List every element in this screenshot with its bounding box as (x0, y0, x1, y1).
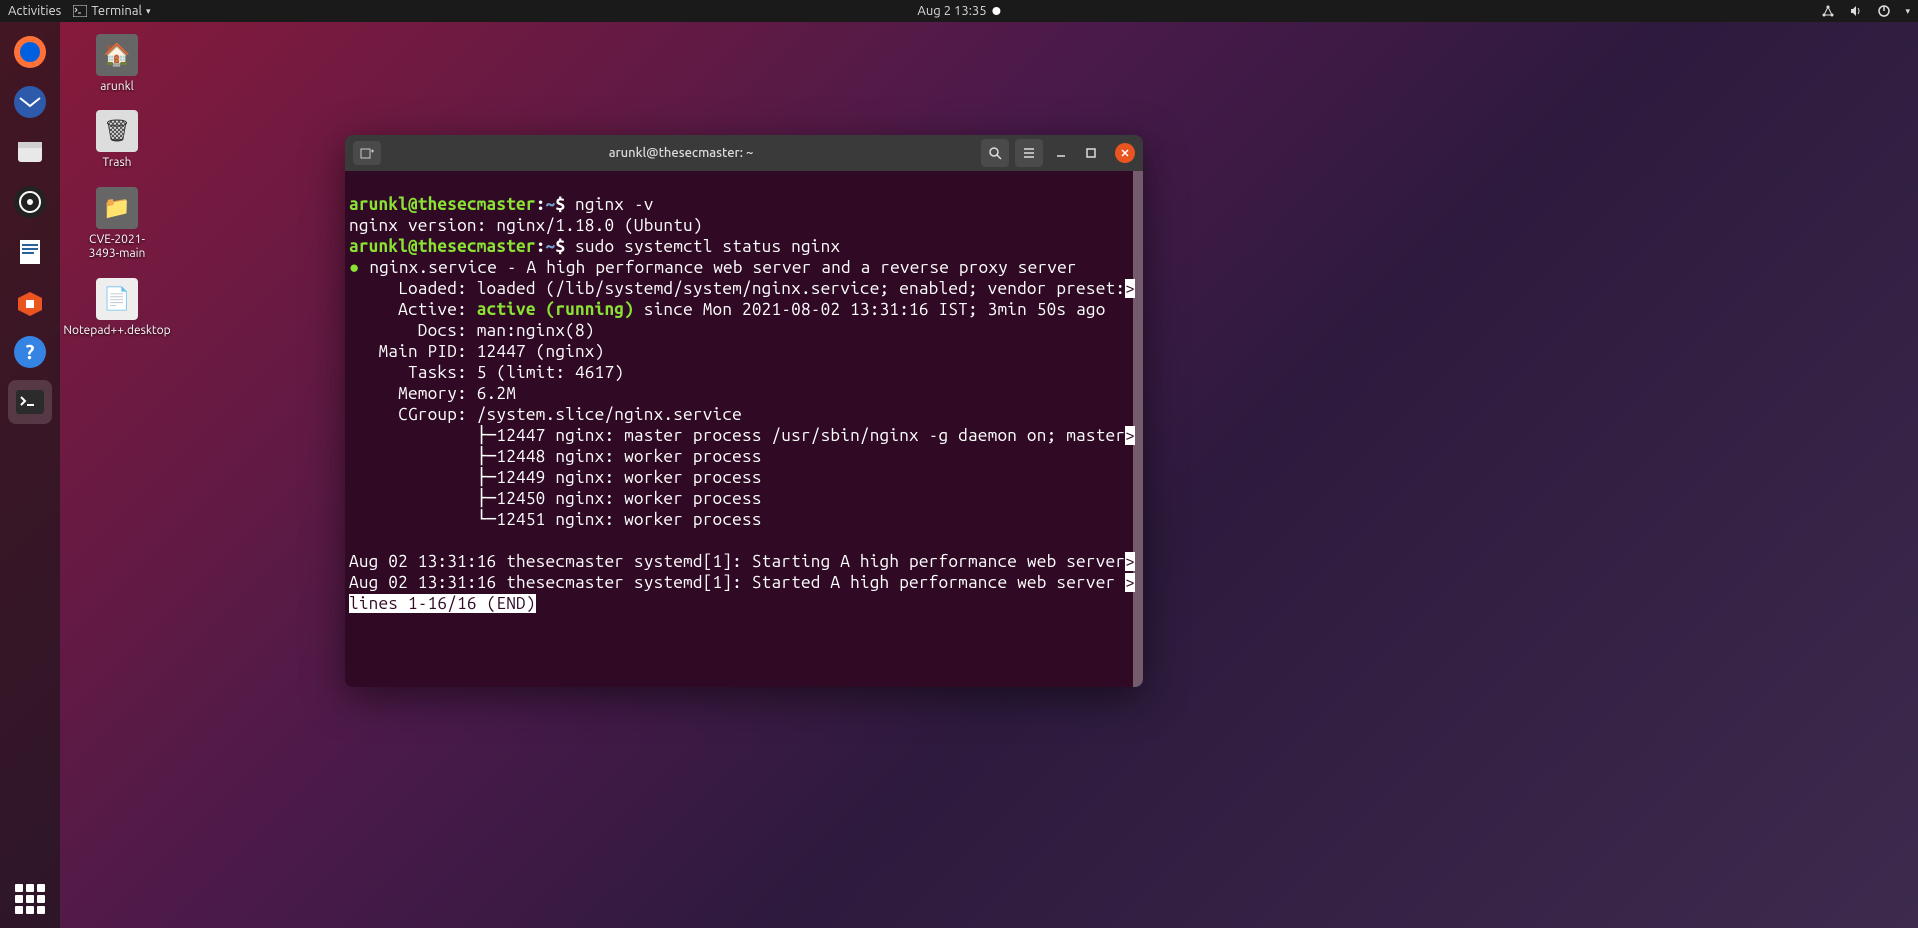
proc-line: ├─12448 nginx: worker process (349, 447, 762, 466)
terminal-title: arunkl@thesecmaster: ~ (387, 146, 975, 160)
proc-line: └─12451 nginx: worker process (349, 510, 762, 529)
desktop-icon-label: Notepad++.desktop (63, 324, 170, 338)
close-button[interactable] (1115, 143, 1135, 163)
gnome-topbar: Activities Terminal ▾ Aug 2 13:35 ▾ (0, 0, 1918, 22)
memory-line: Memory: 6.2M (349, 384, 516, 403)
desktop-icon-notepad[interactable]: 📄 Notepad++.desktop (72, 274, 162, 342)
search-button[interactable] (981, 139, 1009, 167)
proc-line: ├─12449 nginx: worker process (349, 468, 762, 487)
desktop-icons: 🏠 arunkl 🗑 Trash 📁 CVE-2021-3493-main 📄 … (72, 30, 162, 342)
prompt-path: ~ (546, 195, 556, 214)
cmd-nginx-v: nginx -v (575, 195, 654, 214)
scrollbar-thumb[interactable] (1133, 171, 1143, 687)
terminal-window: arunkl@thesecmaster: ~ arunkl@thesecmast… (345, 135, 1143, 687)
maximize-button[interactable] (1079, 139, 1103, 167)
search-icon (988, 146, 1002, 160)
journal-line: Aug 02 13:31:16 thesecmaster systemd[1]:… (349, 573, 1125, 592)
terminal-titlebar[interactable]: arunkl@thesecmaster: ~ (345, 135, 1143, 171)
network-icon[interactable] (1821, 4, 1835, 18)
power-icon[interactable] (1877, 4, 1891, 18)
new-tab-button[interactable] (353, 141, 381, 165)
proc-line: ├─12450 nginx: worker process (349, 489, 762, 508)
desktop-icon-label: arunkl (100, 80, 134, 94)
active-status: active (running) (477, 300, 634, 319)
close-icon (1120, 148, 1130, 158)
nginx-version-output: nginx version: nginx/1.18.0 (Ubuntu) (349, 216, 703, 235)
trash-icon: 🗑 (96, 110, 138, 152)
folder-icon: 📁 (96, 187, 138, 229)
dock-help[interactable]: ? (8, 330, 52, 374)
docs-line: Docs: man:nginx(8) (349, 321, 595, 340)
show-applications[interactable] (15, 884, 45, 914)
prompt-user: arunkl@thesecmaster (349, 195, 536, 214)
system-menu-chevron-icon[interactable]: ▾ (1905, 6, 1910, 17)
dock-thunderbird[interactable] (8, 80, 52, 124)
status-dot-icon: ● (349, 258, 360, 277)
desktop-icon-label: Trash (102, 156, 131, 170)
svg-text:?: ? (26, 340, 35, 363)
terminal-icon (73, 5, 87, 17)
datetime-label: Aug 2 13:35 (917, 4, 986, 18)
terminal-scrollbar[interactable] (1133, 171, 1143, 687)
hamburger-menu-button[interactable] (1015, 139, 1043, 167)
maximize-icon (1085, 147, 1097, 159)
minimize-button[interactable] (1049, 139, 1073, 167)
desktop-icon-label: CVE-2021-3493-main (76, 233, 158, 262)
app-menu-label: Terminal (91, 4, 142, 18)
desktop-icon-cve[interactable]: 📁 CVE-2021-3493-main (72, 183, 162, 266)
service-line: nginx.service - A high performance web s… (369, 258, 1076, 277)
cgroup-line: CGroup: /system.slice/nginx.service (349, 405, 742, 424)
loaded-line: Loaded: loaded (/lib/systemd/system/ngin… (349, 279, 1125, 298)
mainpid-line: Main PID: 12447 (nginx) (349, 342, 604, 361)
proc-line: ├─12447 nginx: master process /usr/sbin/… (349, 426, 1125, 445)
app-menu[interactable]: Terminal ▾ (73, 4, 150, 18)
active-rest: since Mon 2021-08-02 13:31:16 IST; 3min … (634, 300, 1106, 319)
volume-icon[interactable] (1849, 4, 1863, 18)
dock: ? (0, 22, 60, 928)
dock-software[interactable] (8, 280, 52, 324)
dock-libreoffice[interactable] (8, 230, 52, 274)
folder-icon: 🏠 (96, 34, 138, 76)
text-file-icon: 📄 (96, 278, 138, 320)
prompt-user: arunkl@thesecmaster (349, 237, 536, 256)
chevron-down-icon: ▾ (146, 6, 151, 17)
active-label: Active: (349, 300, 477, 319)
desktop-icon-home[interactable]: 🏠 arunkl (72, 30, 162, 98)
new-tab-icon (360, 147, 374, 159)
minimize-icon (1055, 147, 1067, 159)
hamburger-icon (1022, 146, 1036, 160)
journal-line: Aug 02 13:31:16 thesecmaster systemd[1]:… (349, 552, 1125, 571)
record-indicator-icon (993, 7, 1001, 15)
tasks-line: Tasks: 5 (limit: 4617) (349, 363, 624, 382)
pager-status: lines 1-16/16 (END) (349, 594, 536, 613)
dock-firefox[interactable] (8, 30, 52, 74)
dock-rhythmbox[interactable] (8, 180, 52, 224)
prompt-path: ~ (546, 237, 556, 256)
activities-button[interactable]: Activities (8, 4, 61, 18)
clock[interactable]: Aug 2 13:35 (917, 4, 1000, 18)
dock-terminal[interactable] (8, 380, 52, 424)
terminal-body[interactable]: arunkl@thesecmaster:~$ nginx -v nginx ve… (345, 171, 1143, 687)
dock-files[interactable] (8, 130, 52, 174)
cmd-systemctl-status: sudo systemctl status nginx (575, 237, 840, 256)
desktop-icon-trash[interactable]: 🗑 Trash (72, 106, 162, 174)
